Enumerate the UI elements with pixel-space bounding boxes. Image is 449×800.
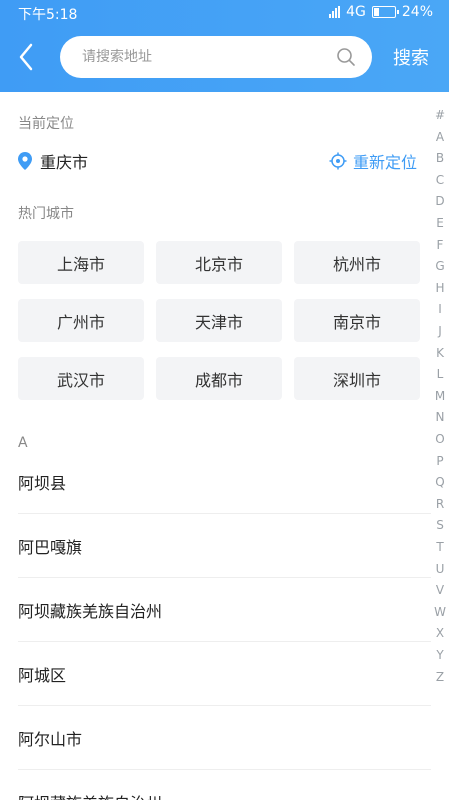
search-button[interactable]: 搜索 xyxy=(393,44,429,70)
status-right: 4G 24% xyxy=(329,4,433,20)
back-button[interactable] xyxy=(14,40,42,74)
hot-city-button[interactable]: 杭州市 xyxy=(294,241,420,284)
signal-icon xyxy=(329,6,341,18)
index-letter[interactable]: Z xyxy=(430,670,449,684)
index-letter[interactable]: X xyxy=(430,626,449,640)
index-letter[interactable]: L xyxy=(430,367,449,381)
index-letter[interactable]: K xyxy=(430,346,449,360)
index-letter[interactable]: O xyxy=(430,432,449,446)
index-letter[interactable]: E xyxy=(430,216,449,230)
hot-city-button[interactable]: 武汉市 xyxy=(18,357,144,400)
locate-target-icon xyxy=(329,152,347,170)
location-pin-icon xyxy=(18,152,32,170)
index-letter[interactable]: J xyxy=(430,324,449,338)
index-letter[interactable]: G xyxy=(430,259,449,273)
index-letter[interactable]: Q xyxy=(430,475,449,489)
hot-cities-label: 热门城市 xyxy=(18,206,74,222)
index-letter[interactable]: M xyxy=(430,389,449,403)
current-city-name: 重庆市 xyxy=(40,153,89,172)
battery-icon xyxy=(371,6,399,18)
hot-city-button[interactable]: 深圳市 xyxy=(294,357,420,400)
network-type: 4G xyxy=(346,4,366,20)
city-list-item[interactable]: 阿坝藏族羌族自治州 xyxy=(18,578,431,642)
header-bar: 下午5:18 4G 24% 搜索 xyxy=(0,0,449,92)
search-box[interactable] xyxy=(60,36,372,78)
status-time: 下午5:18 xyxy=(18,7,78,23)
search-input[interactable] xyxy=(82,36,322,78)
index-letter[interactable]: Y xyxy=(430,648,449,662)
hot-city-button[interactable]: 南京市 xyxy=(294,299,420,342)
index-letter[interactable]: # xyxy=(430,108,449,122)
index-letter[interactable]: V xyxy=(430,583,449,597)
index-letter[interactable]: N xyxy=(430,410,449,424)
index-letter[interactable]: I xyxy=(430,302,449,316)
relocate-button[interactable]: 重新定位 xyxy=(329,149,417,173)
index-letter[interactable]: T xyxy=(430,540,449,554)
index-letter[interactable]: W xyxy=(430,605,449,619)
relocate-label: 重新定位 xyxy=(353,153,418,172)
city-list-item[interactable]: 阿尔山市 xyxy=(18,706,431,770)
index-letter[interactable]: P xyxy=(430,454,449,468)
group-letter: A xyxy=(18,435,28,451)
hot-city-button[interactable]: 天津市 xyxy=(156,299,282,342)
index-letter[interactable]: R xyxy=(430,497,449,511)
hot-city-button[interactable]: 上海市 xyxy=(18,241,144,284)
hot-city-button[interactable]: 广州市 xyxy=(18,299,144,342)
index-letter[interactable]: A xyxy=(430,130,449,144)
city-list-item[interactable]: 阿坝藏族羌族自治州 xyxy=(18,770,431,800)
index-letter[interactable]: D xyxy=(430,194,449,208)
current-location-label: 当前定位 xyxy=(18,116,74,132)
index-letter[interactable]: S xyxy=(430,518,449,532)
search-icon[interactable] xyxy=(336,47,356,67)
index-letter[interactable]: U xyxy=(430,562,449,576)
status-bar: 下午5:18 4G 24% xyxy=(0,0,449,26)
index-letter[interactable]: H xyxy=(430,281,449,295)
hot-city-button[interactable]: 成都市 xyxy=(156,357,282,400)
city-list-item[interactable]: 阿城区 xyxy=(18,642,431,706)
battery-level xyxy=(373,8,379,16)
index-letter[interactable]: F xyxy=(430,238,449,252)
city-list-item[interactable]: 阿巴嘎旗 xyxy=(18,514,431,578)
index-letter[interactable]: B xyxy=(430,151,449,165)
city-list-item[interactable]: 阿坝县 xyxy=(18,450,431,514)
index-letter[interactable]: C xyxy=(430,173,449,187)
current-city[interactable]: 重庆市 xyxy=(18,149,88,173)
chevron-left-icon xyxy=(19,43,33,71)
hot-city-button[interactable]: 北京市 xyxy=(156,241,282,284)
battery-percent: 24% xyxy=(401,4,433,20)
